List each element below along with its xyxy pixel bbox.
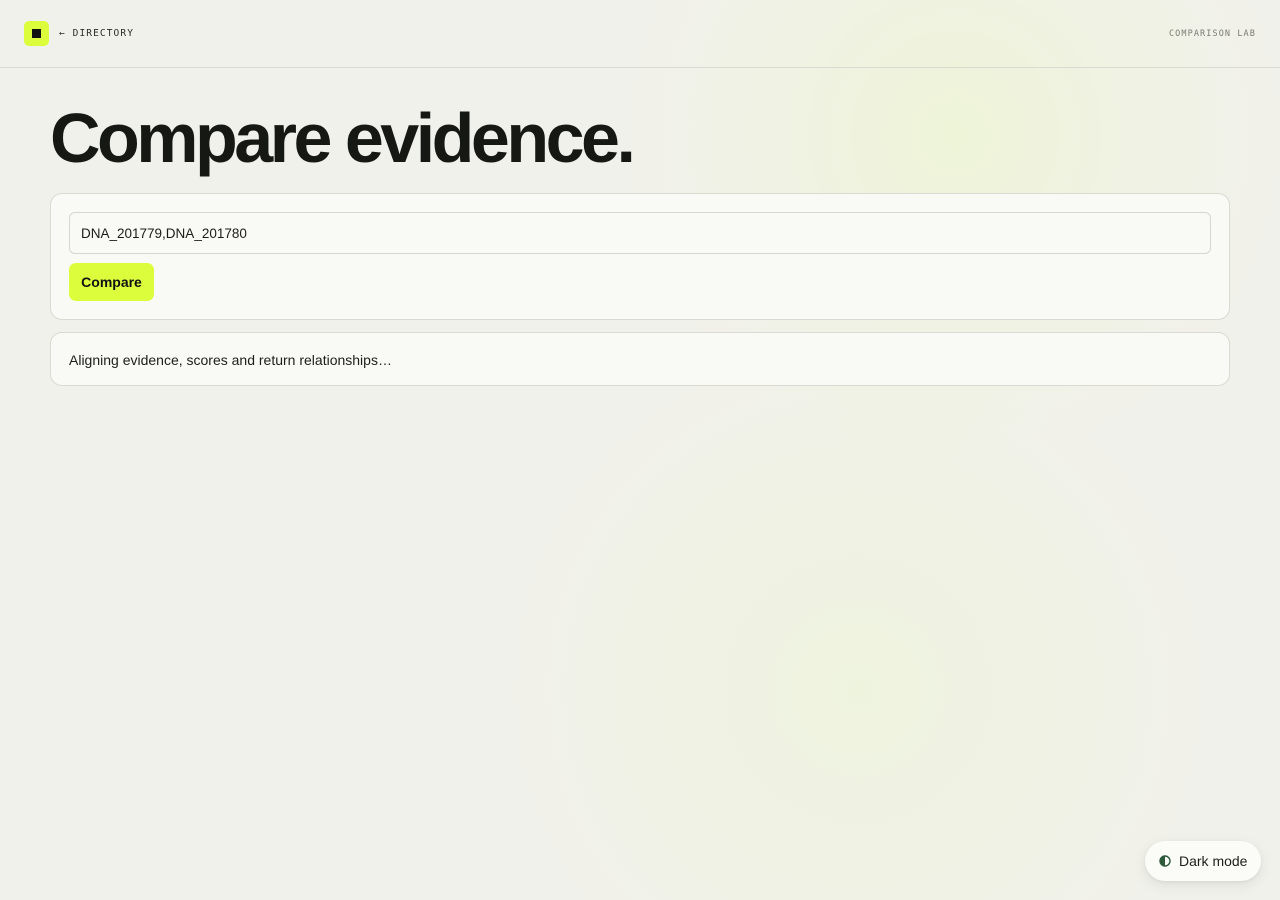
evidence-ids-input[interactable] <box>69 212 1211 254</box>
dark-mode-label: Dark mode <box>1179 853 1248 869</box>
compare-form-card: Compare <box>50 193 1230 320</box>
logo[interactable] <box>24 21 49 46</box>
status-card: Aligning evidence, scores and return rel… <box>50 332 1230 386</box>
top-bar: ← DIRECTORY COMPARISON LAB <box>0 0 1280 68</box>
compare-button[interactable]: Compare <box>69 263 154 301</box>
dark-mode-toggle[interactable]: Dark mode <box>1145 841 1261 881</box>
section-label: COMPARISON LAB <box>1168 29 1256 39</box>
contrast-icon <box>1159 855 1171 867</box>
page-title: Compare evidence. <box>50 99 636 177</box>
directory-back-link[interactable]: ← DIRECTORY <box>59 28 134 39</box>
square-icon <box>32 29 41 38</box>
status-message: Aligning evidence, scores and return rel… <box>69 352 392 368</box>
